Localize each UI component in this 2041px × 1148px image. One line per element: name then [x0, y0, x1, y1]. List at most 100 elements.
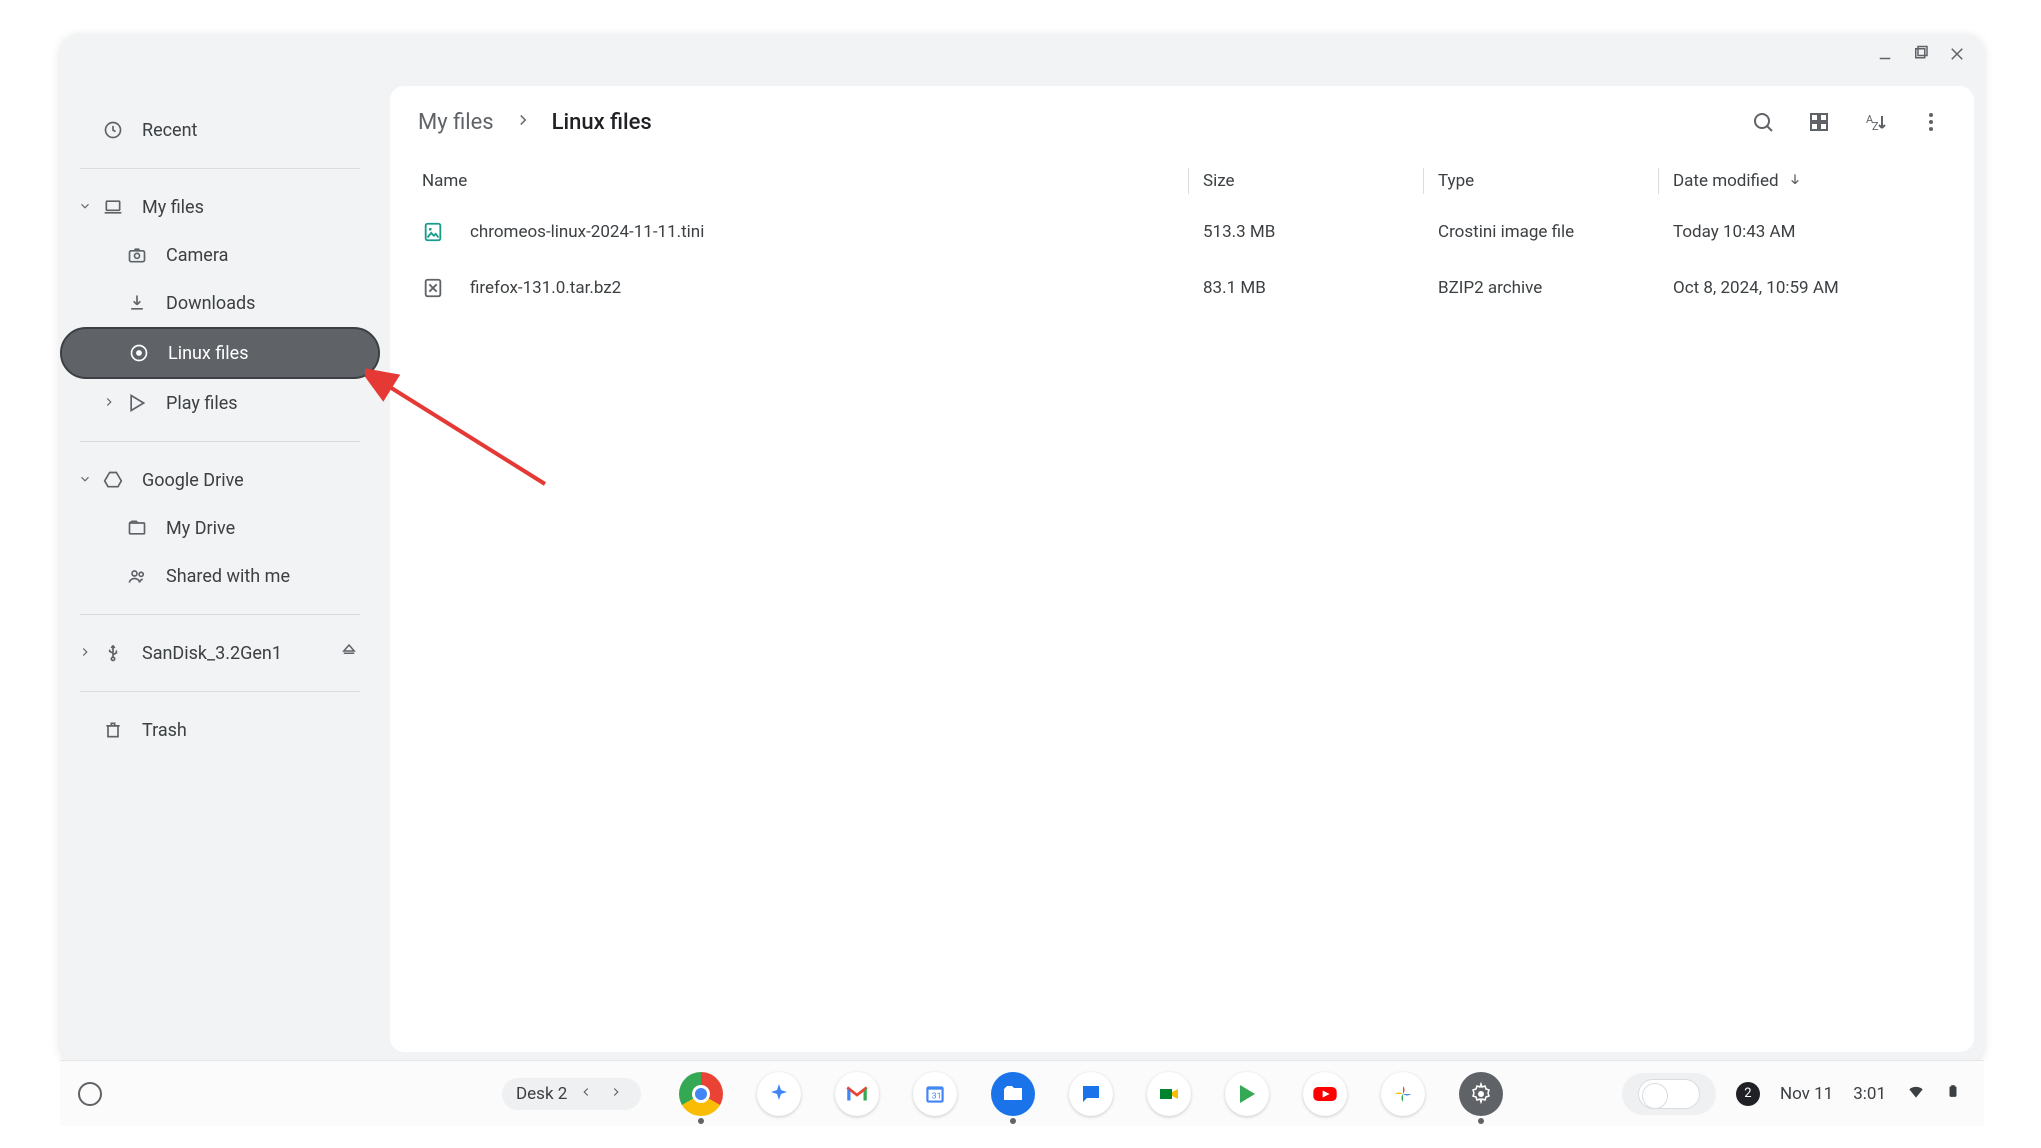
breadcrumb-current: Linux files	[552, 110, 652, 135]
window-minimize-button[interactable]	[1876, 45, 1894, 63]
sidebar-item-mydrive[interactable]: My Drive	[60, 504, 380, 552]
folder-icon	[126, 517, 148, 539]
sidebar-item-label: Google Drive	[142, 470, 244, 491]
view-grid-button[interactable]	[1804, 107, 1834, 137]
shelf-app-gemini[interactable]	[757, 1072, 801, 1116]
arrow-down-icon	[1787, 171, 1803, 192]
more-vert-icon	[1919, 110, 1943, 134]
file-date: Today 10:43 AM	[1673, 222, 1946, 242]
sidebar-item-recent[interactable]: Recent	[60, 106, 380, 154]
gmail-icon	[844, 1081, 870, 1107]
sidebar: Recent My files Camera	[60, 86, 380, 1062]
main-panel: My files Linux files AZ	[390, 86, 1974, 1052]
sort-button[interactable]: AZ	[1860, 107, 1890, 137]
play-store-icon	[1235, 1082, 1259, 1106]
file-image-icon	[422, 221, 444, 243]
linux-icon	[128, 342, 150, 364]
column-header-name[interactable]: Name	[418, 171, 1188, 191]
shelf-left	[60, 1082, 102, 1106]
desk-prev-button[interactable]	[575, 1084, 597, 1104]
shelf-app-messages[interactable]	[1069, 1072, 1113, 1116]
shelf-app-photos[interactable]	[1381, 1072, 1425, 1116]
column-header-size[interactable]: Size	[1203, 171, 1423, 191]
eject-button[interactable]	[340, 642, 358, 665]
window-maximize-button[interactable]	[1912, 45, 1930, 63]
video-icon	[1157, 1082, 1181, 1106]
desk-label: Desk 2	[516, 1084, 567, 1104]
camera-icon	[126, 244, 148, 266]
sidebar-item-linux[interactable]: Linux files	[60, 327, 380, 379]
file-size: 513.3 MB	[1203, 222, 1423, 242]
photos-icon	[1391, 1082, 1415, 1106]
shelf-app-youtube[interactable]	[1303, 1072, 1347, 1116]
shelf-app-gmail[interactable]	[835, 1072, 879, 1116]
calendar-icon: 31	[922, 1081, 948, 1107]
file-type: BZIP2 archive	[1438, 278, 1658, 298]
people-icon	[126, 565, 148, 587]
shelf-app-files[interactable]	[991, 1072, 1035, 1116]
sidebar-item-camera[interactable]: Camera	[60, 231, 380, 279]
column-separator	[1423, 168, 1424, 194]
minimize-icon	[1876, 45, 1894, 63]
file-type: Crostini image file	[1438, 222, 1658, 242]
sidebar-item-trash[interactable]: Trash	[60, 706, 380, 754]
svg-text:Z: Z	[1872, 120, 1879, 133]
gear-icon	[1469, 1082, 1493, 1106]
breadcrumb-root[interactable]: My files	[418, 110, 494, 135]
shelf-status-area[interactable]: 2 Nov 11 3:01	[1622, 1073, 1984, 1115]
column-header-date[interactable]: Date modified	[1673, 171, 1946, 192]
column-header-type[interactable]: Type	[1438, 171, 1658, 191]
sidebar-item-gdrive[interactable]: Google Drive	[60, 456, 380, 504]
maximize-icon	[1912, 45, 1930, 63]
shelf-app-chrome[interactable]	[679, 1072, 723, 1116]
window-close-button[interactable]	[1948, 45, 1966, 63]
laptop-icon	[102, 196, 124, 218]
shelf-app-meet[interactable]	[1147, 1072, 1191, 1116]
folder-icon	[1001, 1082, 1025, 1106]
sidebar-item-downloads[interactable]: Downloads	[60, 279, 380, 327]
file-name: chromeos-linux-2024-11-11.tini	[470, 222, 704, 242]
desk-switcher[interactable]: Desk 2	[502, 1078, 641, 1110]
more-button[interactable]	[1916, 107, 1946, 137]
sidebar-item-usb[interactable]: SanDisk_3.2Gen1	[60, 629, 380, 677]
table-row[interactable]: firefox-131.0.tar.bz2 83.1 MB BZIP2 arch…	[418, 260, 1946, 316]
status-time: 3:01	[1853, 1084, 1886, 1104]
download-icon	[126, 292, 148, 314]
chevron-right-icon	[78, 643, 92, 664]
quick-settings-toggle[interactable]	[1622, 1073, 1716, 1115]
launcher-button[interactable]	[78, 1082, 102, 1106]
toggle-icon	[1638, 1079, 1700, 1109]
notification-badge[interactable]: 2	[1736, 1082, 1760, 1106]
header-actions: AZ	[1748, 107, 1946, 137]
shelf-app-settings[interactable]	[1459, 1072, 1503, 1116]
file-archive-icon	[422, 277, 444, 299]
usb-icon	[102, 642, 124, 664]
status-date: Nov 11	[1780, 1084, 1833, 1104]
shelf-app-play[interactable]	[1225, 1072, 1269, 1116]
file-date: Oct 8, 2024, 10:59 AM	[1673, 278, 1946, 298]
shelf-app-calendar[interactable]: 31	[913, 1072, 957, 1116]
table-header: Name Size Type Date modified	[390, 158, 1974, 204]
wifi-icon	[1906, 1081, 1926, 1106]
sidebar-item-shared[interactable]: Shared with me	[60, 552, 380, 600]
chevron-right-icon	[609, 1085, 623, 1099]
youtube-icon	[1311, 1080, 1339, 1108]
file-size: 83.1 MB	[1203, 278, 1423, 298]
sort-az-icon: AZ	[1863, 110, 1887, 134]
sidebar-item-play[interactable]: Play files	[60, 379, 380, 427]
breadcrumb: My files Linux files	[418, 110, 652, 135]
search-button[interactable]	[1748, 107, 1778, 137]
battery-icon	[1946, 1081, 1960, 1106]
sidebar-divider	[80, 691, 360, 692]
sidebar-item-label: SanDisk_3.2Gen1	[142, 643, 282, 664]
table-row[interactable]: chromeos-linux-2024-11-11.tini 513.3 MB …	[418, 204, 1946, 260]
desk-next-button[interactable]	[605, 1084, 627, 1104]
sidebar-item-myfiles[interactable]: My files	[60, 183, 380, 231]
shelf: Desk 2 31	[60, 1060, 1984, 1126]
main-header: My files Linux files AZ	[390, 86, 1974, 158]
sidebar-item-label: Play files	[166, 393, 238, 414]
chevron-down-icon	[78, 470, 92, 491]
svg-text:31: 31	[932, 1091, 942, 1101]
trash-icon	[102, 719, 124, 741]
grid-icon	[1807, 110, 1831, 134]
